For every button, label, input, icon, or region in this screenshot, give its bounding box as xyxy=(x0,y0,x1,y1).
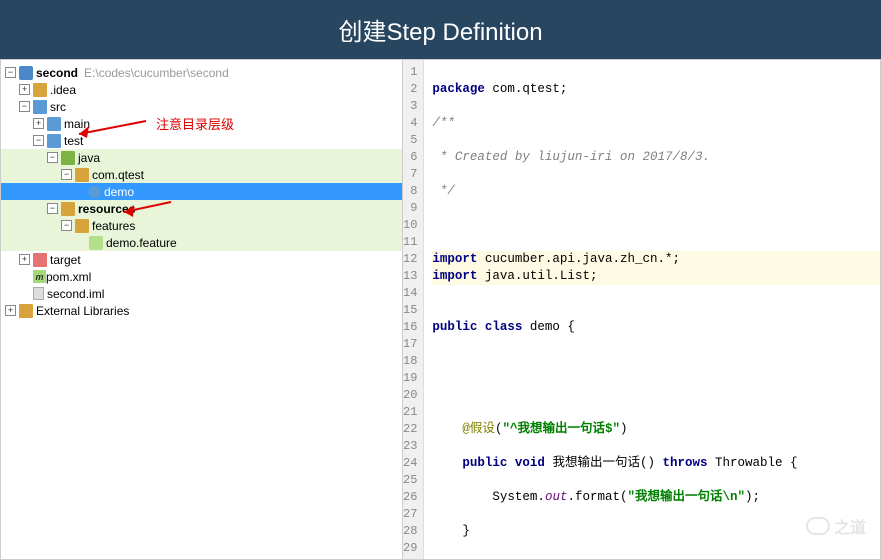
collapse-icon[interactable]: − xyxy=(47,203,58,214)
package-icon xyxy=(75,168,89,182)
page-title: 创建Step Definition xyxy=(0,0,881,59)
project-tree[interactable]: −secondE:\codes\cucumber\second +.idea −… xyxy=(1,60,403,559)
folder-icon xyxy=(33,253,47,267)
tree-root[interactable]: −secondE:\codes\cucumber\second xyxy=(1,64,402,81)
expand-icon[interactable]: + xyxy=(19,254,30,265)
maven-icon: m xyxy=(33,270,46,283)
tree-features[interactable]: −features xyxy=(1,217,402,234)
folder-icon xyxy=(33,83,47,97)
expand-icon[interactable]: + xyxy=(5,305,16,316)
class-icon xyxy=(89,186,101,198)
tree-target[interactable]: +target xyxy=(1,251,402,268)
expand-icon[interactable]: + xyxy=(33,118,44,129)
collapse-icon[interactable]: − xyxy=(33,135,44,146)
folder-icon xyxy=(47,134,61,148)
code-editor[interactable]: 1234567891011121314151617181920212223242… xyxy=(403,60,880,559)
main-container: −secondE:\codes\cucumber\second +.idea −… xyxy=(0,59,881,560)
tree-test[interactable]: −test xyxy=(1,132,402,149)
tree-demo-class[interactable]: demo xyxy=(1,183,402,200)
library-icon xyxy=(19,304,33,318)
tree-pom[interactable]: mpom.xml xyxy=(1,268,402,285)
collapse-icon[interactable]: − xyxy=(61,220,72,231)
folder-icon xyxy=(33,100,47,114)
collapse-icon[interactable]: − xyxy=(19,101,30,112)
folder-icon xyxy=(61,151,75,165)
feature-icon xyxy=(89,236,103,250)
code-area[interactable]: package com.qtest; /** * Created by liuj… xyxy=(424,60,880,559)
tree-main[interactable]: +main xyxy=(1,115,402,132)
tree-resources[interactable]: −resources xyxy=(1,200,402,217)
wechat-icon xyxy=(806,517,830,535)
tree-feature-file[interactable]: demo.feature xyxy=(1,234,402,251)
tree-java[interactable]: −java xyxy=(1,149,402,166)
tree-iml[interactable]: second.iml xyxy=(1,285,402,302)
collapse-icon[interactable]: − xyxy=(47,152,58,163)
expand-icon[interactable]: + xyxy=(19,84,30,95)
watermark: 之道 xyxy=(806,514,866,538)
folder-icon xyxy=(75,219,89,233)
tree-src[interactable]: −src xyxy=(1,98,402,115)
tree-external-libs[interactable]: +External Libraries xyxy=(1,302,402,319)
collapse-icon[interactable]: − xyxy=(5,67,16,78)
line-gutter: 1234567891011121314151617181920212223242… xyxy=(403,60,424,559)
file-icon xyxy=(33,287,44,300)
folder-icon xyxy=(47,117,61,131)
tree-package[interactable]: −com.qtest xyxy=(1,166,402,183)
tree-idea[interactable]: +.idea xyxy=(1,81,402,98)
project-icon xyxy=(19,66,33,80)
folder-icon xyxy=(61,202,75,216)
collapse-icon[interactable]: − xyxy=(61,169,72,180)
